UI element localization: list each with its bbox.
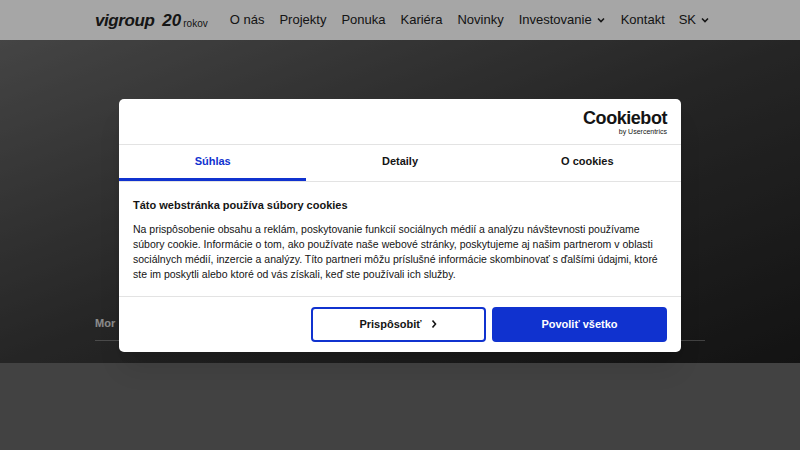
dialog-text: Na prispôsobenie obsahu a reklám, poskyt…: [133, 222, 667, 282]
customize-button[interactable]: Prispôsobiť: [311, 307, 486, 342]
dialog-tabs: SúhlasDetailyO cookies: [119, 145, 681, 182]
dialog-tab[interactable]: Súhlas: [119, 145, 306, 181]
dialog-buttons: PrispôsobiťPovoliť všetko: [119, 297, 681, 352]
dialog-header: Cookiebotby Usercentrics: [119, 99, 681, 145]
dialog-heading: Táto webstránka používa súbory cookies: [133, 197, 667, 214]
dialog-tab[interactable]: O cookies: [494, 145, 681, 181]
cookiebot-logo[interactable]: Cookiebotby Usercentrics: [583, 109, 667, 135]
cookie-dialog: Cookiebotby Usercentrics SúhlasDetailyO c…: [119, 99, 681, 352]
allow-all-button[interactable]: Povoliť všetko: [492, 307, 667, 342]
chevron-right-icon: [430, 319, 438, 329]
dialog-tab[interactable]: Detaily: [306, 145, 493, 181]
dialog-body: Táto webstránka používa súbory cookies Na…: [119, 182, 681, 297]
